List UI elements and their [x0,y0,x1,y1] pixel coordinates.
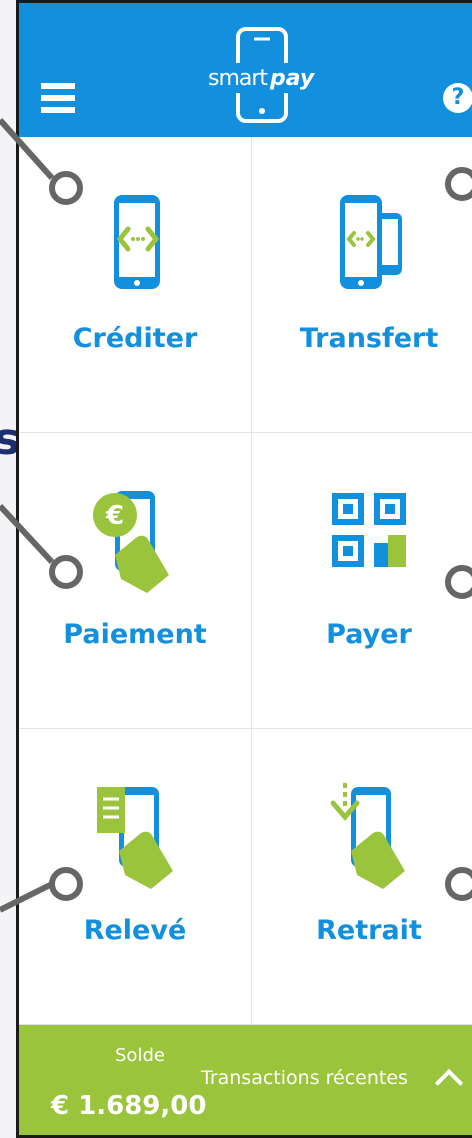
tile-label: Retrait [316,915,422,946]
svg-text:smart: smart [208,66,268,91]
tile-label: Payer [326,619,412,650]
chevron-up-icon[interactable] [434,1068,464,1098]
tile-label: Paiement [63,619,207,650]
tile-transfert[interactable]: Transfert [252,137,472,433]
qr-code-icon [332,493,406,567]
svg-text:pay: pay [269,66,316,91]
receipt-hand-phone-icon [97,787,173,889]
tile-paiement[interactable]: € Paiement [19,433,252,729]
balance-amount: € 1.689,00 [51,1091,207,1121]
tile-label: Transfert [299,323,439,354]
app-header: smart pay ? [19,3,472,137]
help-icon[interactable]: ? [443,83,472,113]
phone-screen: smart pay ? Créditer Transfert € Paiemen… [16,0,472,1138]
balance-footer[interactable]: Solde € 1.689,00 Transactions récentes [19,1025,472,1135]
tile-releve[interactable]: Relevé [19,729,252,1025]
euro-coin-hand-phone-icon: € [93,491,169,593]
svg-text:€: € [105,501,124,531]
download-hand-phone-icon [330,783,405,889]
tile-retrait[interactable]: Retrait [252,729,472,1025]
tile-label: Créditer [72,323,198,354]
hamburger-menu-icon[interactable] [41,83,75,113]
tile-crediter[interactable]: Créditer [19,137,252,433]
tile-payer[interactable]: Payer [252,433,472,729]
phone-code-icon [114,195,160,289]
tile-label: Relevé [83,915,187,946]
recent-transactions-label[interactable]: Transactions récentes [201,1067,408,1089]
action-grid: Créditer Transfert € Paiement Payer Rele… [19,137,472,1025]
solde-label: Solde [115,1045,165,1066]
smartpay-logo: smart pay [202,27,322,123]
dual-phone-transfer-icon [340,195,402,289]
